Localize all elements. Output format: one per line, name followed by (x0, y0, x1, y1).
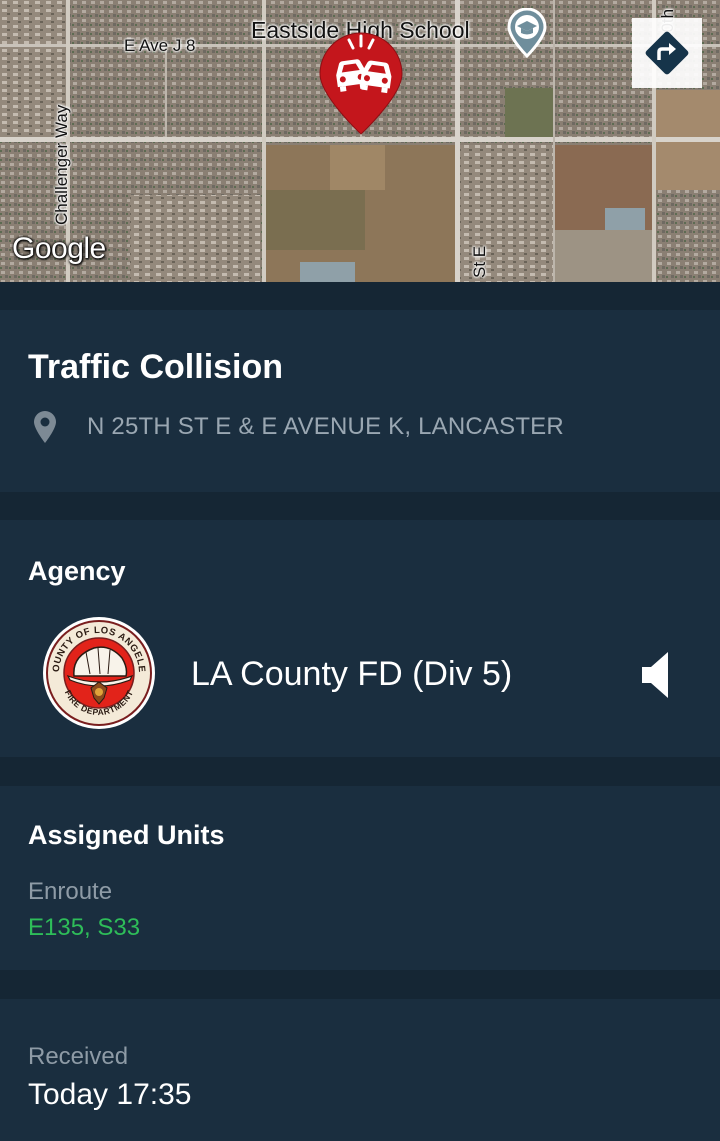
directions-arrow-icon (645, 31, 689, 75)
incident-location: N 25TH ST E & E AVENUE K, LANCASTER (87, 413, 564, 440)
assigned-units-card: Assigned Units Enroute E135, S33 (0, 786, 720, 970)
speaker-button[interactable] (640, 650, 670, 705)
map-label-st-e: St E (470, 245, 489, 278)
directions-button[interactable] (632, 18, 702, 88)
incident-title: Traffic Collision (28, 348, 284, 386)
speaker-icon (642, 652, 668, 698)
agency-header: Agency (28, 556, 126, 586)
received-label: Received (28, 1043, 129, 1070)
location-row[interactable]: N 25TH ST E & E AVENUE K, LANCASTER (32, 410, 564, 444)
car-collision-icon[interactable] (316, 30, 406, 141)
unit-status-label: Enroute (28, 878, 113, 905)
map-label-challenger-way: Challenger Way (52, 104, 71, 225)
la-county-fire-logo: COUNTY OF LOS ANGELES FIRE DEPARTMENT (42, 616, 155, 729)
location-pin-icon (34, 411, 56, 443)
map-label-ave-j8: E Ave J 8 (124, 36, 196, 55)
unit-list[interactable]: E135, S33 (28, 914, 140, 942)
incident-summary-card: Traffic Collision N 25TH ST E & E AVENUE… (0, 310, 720, 492)
assigned-units-header: Assigned Units (28, 820, 225, 850)
received-time: Today 17:35 (28, 1078, 192, 1111)
received-card: Received Today 17:35 (0, 999, 720, 1141)
google-attribution: Google (12, 232, 106, 265)
agency-card: Agency COUNTY OF LOS ANGELES FIRE DEPART… (0, 520, 720, 757)
agency-name: LA County FD (Div 5) (191, 655, 513, 693)
incident-map[interactable]: E Ave J 8 Eastside High School Challenge… (0, 0, 720, 282)
graduation-cap-icon[interactable] (505, 7, 549, 63)
